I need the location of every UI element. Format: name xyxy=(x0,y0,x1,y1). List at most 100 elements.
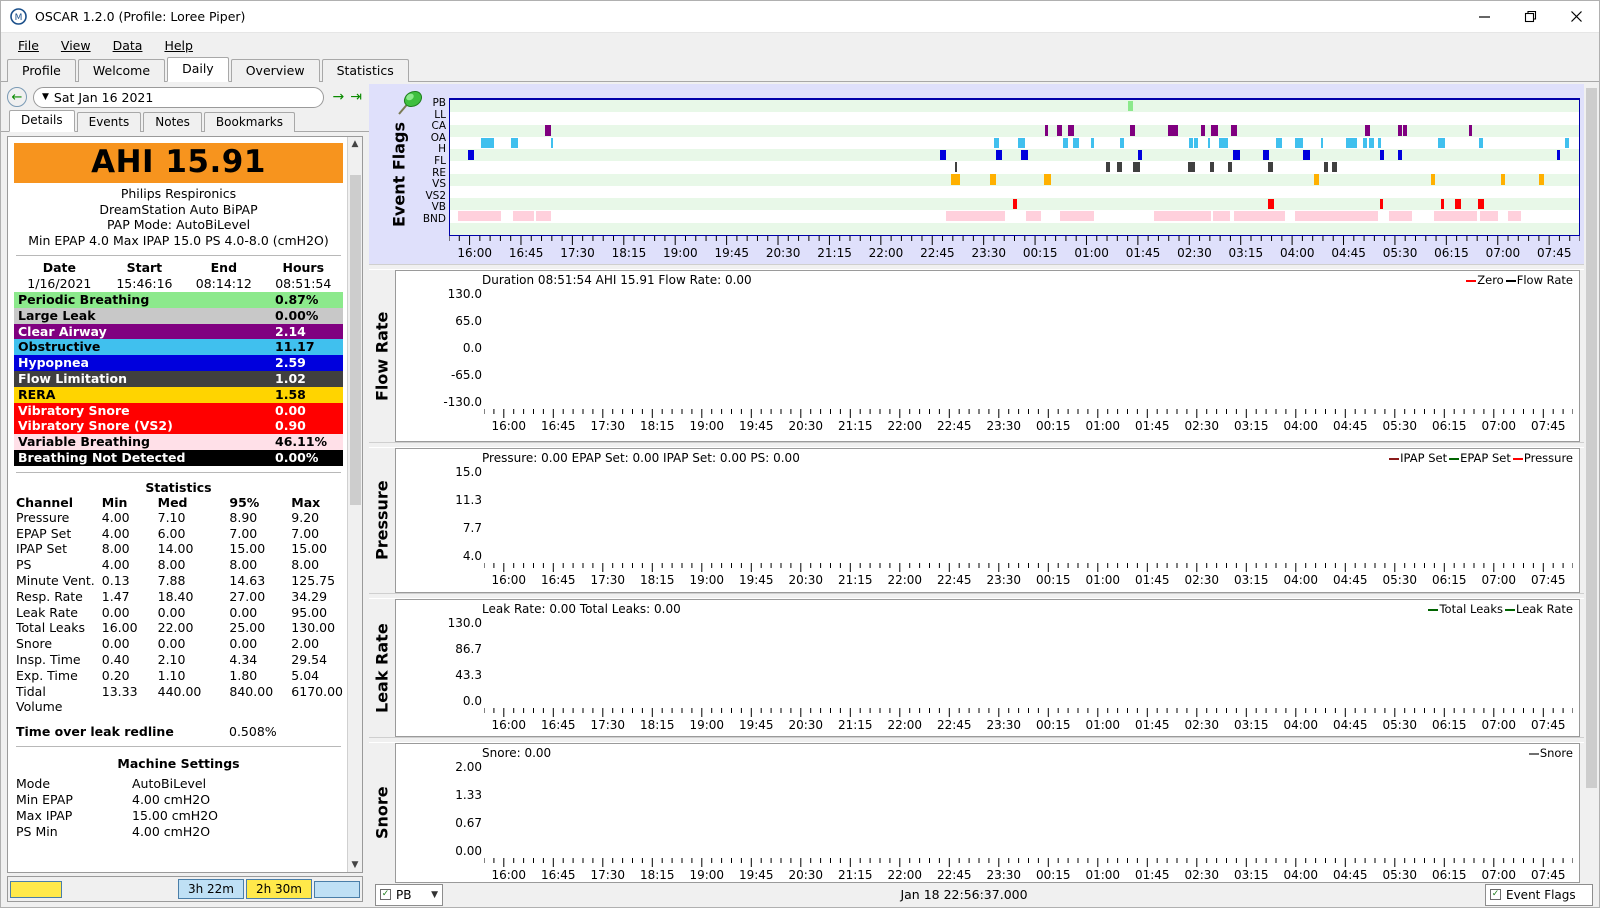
pressure-y-labels: 15.0 11.3 7.7 4.0 xyxy=(396,465,482,563)
event-row[interactable]: RERA 1.58 xyxy=(14,386,343,403)
event-flags-toggle-label: Event Flags xyxy=(1506,887,1576,902)
leak-redline-label: Time over leak redline xyxy=(16,724,174,740)
session-header-end: End xyxy=(210,260,238,275)
event-flag-row-label: H xyxy=(438,143,446,156)
statistics-cell xyxy=(227,699,289,715)
event-flag-mark xyxy=(1398,149,1402,161)
legend-zero: Zero xyxy=(1466,273,1504,287)
event-row[interactable]: Periodic Breathing 0.87% xyxy=(14,292,343,308)
x-tick-label: 02:30 xyxy=(1184,718,1220,732)
menu-view[interactable]: View xyxy=(50,36,102,55)
menu-file[interactable]: File xyxy=(7,36,50,55)
subtab-details[interactable]: Details xyxy=(9,110,75,132)
tab-overview[interactable]: Overview xyxy=(230,59,320,82)
event-flag-band xyxy=(450,149,1579,162)
event-flags-toggle[interactable]: ✓ Event Flags xyxy=(1485,883,1593,906)
event-flag-mark xyxy=(1350,137,1357,148)
event-row[interactable]: Variable Breathing 46.11% xyxy=(14,434,343,450)
legend-zero-label: Zero xyxy=(1477,273,1504,287)
pressure-chart[interactable]: Pressure Pressure: 0.00 EPAP Set: 0.00 I… xyxy=(369,448,1584,593)
tab-welcome[interactable]: Welcome xyxy=(77,59,166,82)
session-block-blue[interactable] xyxy=(314,880,360,898)
event-flags-chart[interactable]: Event Flags PB LL CA OA H FL RE VS VS2 VB BND 16:0… xyxy=(369,84,1584,264)
y-tick-label: 86.7 xyxy=(455,642,482,656)
session-chip-3h22m[interactable]: 3h 22m xyxy=(177,879,244,899)
graph-scrollbar-thumb[interactable] xyxy=(1586,88,1597,788)
flow-rate-chart-box[interactable]: Duration 08:51:54 AHI 15.91 Flow Rate: 0… xyxy=(395,270,1580,442)
event-flag-mark xyxy=(1380,198,1384,210)
event-row[interactable]: Hypopnea 2.59 xyxy=(14,355,343,371)
scroll-down-icon[interactable]: ▼ xyxy=(352,858,359,872)
x-tick-label: 07:45 xyxy=(1530,573,1566,587)
x-tick-label: 06:15 xyxy=(1431,868,1467,882)
checkbox-checked-icon[interactable]: ✓ xyxy=(1490,889,1501,900)
x-tick-label: 21:15 xyxy=(837,573,873,587)
event-row[interactable]: Large Leak 0.00% xyxy=(14,307,343,324)
x-tick-label: 22:45 xyxy=(936,573,972,587)
scroll-up-icon[interactable]: ▲ xyxy=(352,137,359,151)
event-row-value: 0.00% xyxy=(275,307,319,323)
event-row-label: Variable Breathing xyxy=(18,434,150,450)
graph-scrollbar[interactable] xyxy=(1584,84,1599,883)
snore-chart-box[interactable]: Snore: 0.00 Snore 2.00 1.33 0.67 0.00 16:00… xyxy=(395,743,1580,883)
event-row[interactable]: Breathing Not Detected 0.00% xyxy=(14,449,343,466)
x-tick-label: 03:15 xyxy=(1228,246,1264,260)
close-button[interactable] xyxy=(1553,1,1599,33)
leak-rate-chart[interactable]: Leak Rate Leak Rate: 0.00 Total Leaks: 0… xyxy=(369,599,1584,737)
session-block-yellow[interactable] xyxy=(10,880,62,898)
x-tick-label: 20:30 xyxy=(788,419,824,433)
snore-chart[interactable]: Snore Snore: 0.00 Snore 2.00 1.33 0.67 0.00… xyxy=(369,743,1584,883)
ahi-banner: AHI 15.91 xyxy=(14,143,343,183)
machine-settings-table: Mode AutoBiLevel Min EPAP 4.00 cmH2O Max IPA… xyxy=(14,776,343,839)
menu-data[interactable]: Data xyxy=(102,36,154,55)
statistics-cell: 0.13 xyxy=(101,572,130,588)
subtab-notes[interactable]: Notes xyxy=(143,112,202,132)
x-tick-label: 03:15 xyxy=(1233,718,1269,732)
event-flag-mark xyxy=(1130,125,1135,136)
minimize-button[interactable] xyxy=(1461,1,1507,33)
session-chip-2h30m[interactable]: 2h 30m xyxy=(245,879,312,899)
event-flag-mark xyxy=(1269,211,1285,222)
leak-rate-chart-box[interactable]: Leak Rate: 0.00 Total Leaks: 0.00 Total … xyxy=(395,599,1580,737)
flow-rate-chart[interactable]: Flow Rate Duration 08:51:54 AHI 15.91 Fl… xyxy=(369,270,1584,442)
arrow-to-end-icon[interactable]: ⇥ xyxy=(347,90,365,104)
event-flags-plot[interactable] xyxy=(449,98,1580,236)
subtab-bookmarks[interactable]: Bookmarks xyxy=(203,112,295,132)
date-selector[interactable]: ▼ Sat Jan 16 2021 xyxy=(33,86,324,108)
y-tick-label: 65.0 xyxy=(455,314,482,328)
event-row[interactable]: Vibratory Snore (VS2) 0.90 xyxy=(14,418,343,435)
tab-daily[interactable]: Daily xyxy=(167,57,229,82)
event-row[interactable]: Obstructive 11.17 xyxy=(14,339,343,356)
event-row[interactable]: Clear Airway 2.14 xyxy=(14,323,343,340)
statistics-cell: 4.00 xyxy=(101,557,130,573)
chevron-down-icon[interactable]: ▼ xyxy=(431,890,438,900)
pb-channel-selector[interactable]: ✓ PB ▼ xyxy=(375,883,443,906)
pressure-chart-box[interactable]: Pressure: 0.00 EPAP Set: 0.00 IPAP Set: … xyxy=(395,448,1580,593)
menu-help[interactable]: Help xyxy=(153,36,204,55)
arrow-right-icon[interactable]: → xyxy=(330,90,348,104)
main-tab-bar: Profile Welcome Daily Overview Statistic… xyxy=(1,57,1599,82)
statistics-cell: IPAP Set xyxy=(16,541,68,557)
arrow-left-icon[interactable]: ← xyxy=(7,87,27,107)
statistics-cell: Volume xyxy=(16,699,63,715)
x-tick-label: 20:30 xyxy=(788,573,824,587)
statistics-cell: 7.88 xyxy=(157,572,186,588)
menu-data-label: Data xyxy=(112,37,143,53)
event-flag-mark xyxy=(946,211,957,222)
statistics-cell: 16.00 xyxy=(101,620,138,636)
scrollbar-thumb[interactable] xyxy=(349,174,361,505)
statistics-cell: 0.00 xyxy=(157,636,186,652)
tab-statistics[interactable]: Statistics xyxy=(321,59,409,82)
tab-profile[interactable]: Profile xyxy=(7,59,76,82)
event-row[interactable]: Flow Limitation 1.02 xyxy=(14,370,343,387)
maximize-restore-button[interactable] xyxy=(1507,1,1553,33)
x-tick-label: 04:00 xyxy=(1283,573,1319,587)
machine-setting-value: 4.00 cmH2O xyxy=(132,791,211,807)
subtab-events[interactable]: Events xyxy=(76,112,142,132)
x-tick-label: 16:00 xyxy=(491,573,527,587)
event-row[interactable]: Vibratory Snore 0.00 xyxy=(14,402,343,419)
details-scrollbar[interactable]: ▲ ▼ xyxy=(347,137,362,872)
checkbox-checked-icon[interactable]: ✓ xyxy=(380,889,391,900)
event-flag-mark xyxy=(1402,125,1407,136)
menu-file-label: File xyxy=(18,37,39,53)
